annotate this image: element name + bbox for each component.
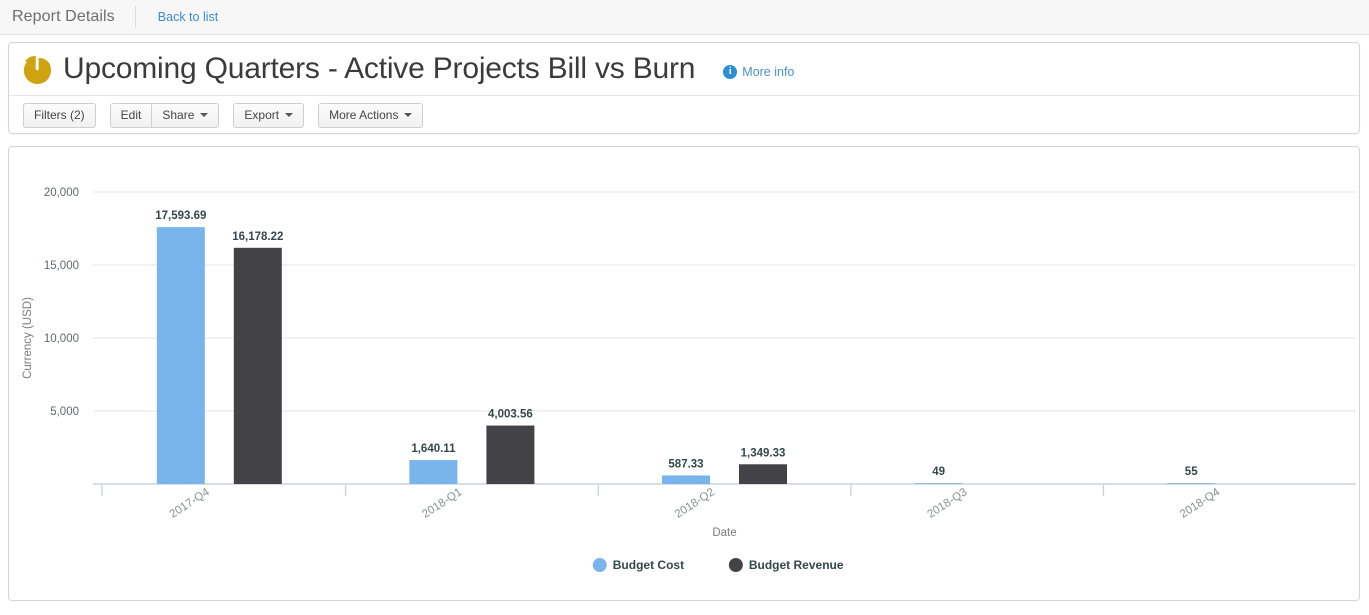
bar-value-label: 1,640.11 [411,443,456,455]
bar-value-label: 17,593.69 [155,210,206,222]
chevron-down-icon [285,113,294,117]
bar-budget-revenue[interactable] [486,425,535,484]
bar-budget-cost[interactable] [662,475,710,484]
bar-value-label: 4,003.56 [488,409,533,421]
filters-group: Filters (2) [23,102,96,128]
y-axis-title: Currency (USD) [22,297,34,379]
legend-swatch[interactable] [592,558,607,572]
chevron-down-icon [200,113,209,117]
more-info-label: More info [742,65,795,79]
x-axis-category-label: 2018-Q4 [1178,486,1223,521]
more-info-link[interactable]: i More info [723,65,794,79]
page-title: Report Details [12,8,115,25]
report-title-row: Upcoming Quarters - Active Projects Bill… [9,43,1359,96]
legend-label[interactable]: Budget Cost [613,558,684,572]
x-axis-category-label: 2018-Q3 [925,486,969,520]
bar-budget-cost[interactable] [1167,483,1216,484]
bar-budget-revenue[interactable] [233,247,282,484]
bar-value-label: 49 [932,466,945,478]
edit-share-group: Edit Share [109,102,220,128]
more-actions-button-label: More Actions [329,108,399,122]
report-toolbar: Filters (2) Edit Share Export More Actio… [9,96,1359,134]
share-button-label: Share [162,108,195,122]
pie-chart-icon [23,55,52,84]
bar-value-label: 1,349.33 [741,447,786,459]
y-axis-tick-label: 5,000 [50,406,79,418]
x-axis-category-label: 2018-Q2 [673,486,717,520]
x-axis-category-label: 2018-Q1 [420,486,464,520]
y-axis-tick-label: 20,000 [44,187,79,199]
y-axis-tick-label: 15,000 [44,260,79,272]
bar-budget-revenue[interactable] [739,464,787,484]
share-button[interactable]: Share [152,102,220,128]
bar-value-label: 16,178.22 [232,231,283,243]
x-axis-title: Date [712,527,736,539]
more-actions-group: More Actions [318,102,424,128]
edit-button[interactable]: Edit [109,102,153,128]
chevron-down-icon [404,113,413,117]
x-axis-category-label: 2017-Q4 [168,486,213,521]
export-button-label: Export [244,108,280,122]
bar-value-label: 55 [1185,466,1198,478]
bill-vs-burn-bar-chart[interactable]: 5,000 10,000 15,000 20,000 Currency (USD) 17,… [9,147,1359,600]
bar-value-label: 587.33 [668,458,703,470]
filters-button[interactable]: Filters (2) [23,102,96,128]
y-axis-tick-label: 10,000 [44,333,79,345]
chart-panel: 5,000 10,000 15,000 20,000 Currency (USD) 17,… [8,146,1360,601]
report-header-panel: Upcoming Quarters - Active Projects Bill… [8,42,1360,134]
legend-swatch[interactable] [728,558,743,572]
info-icon: i [723,65,738,79]
legend-label[interactable]: Budget Revenue [749,558,844,572]
chart-container: 5,000 10,000 15,000 20,000 Currency (USD) 17,… [9,147,1359,600]
bar-budget-cost[interactable] [156,227,205,484]
more-actions-button[interactable]: More Actions [318,102,424,128]
export-group: Export [233,102,305,128]
bar-budget-cost[interactable] [409,460,458,484]
export-button[interactable]: Export [233,102,305,128]
bar-budget-cost[interactable] [914,483,963,484]
breadcrumb-divider [134,6,136,28]
report-title: Upcoming Quarters - Active Projects Bill… [63,52,696,85]
back-to-list-link[interactable]: Back to list [158,10,218,24]
breadcrumb-bar: Report Details Back to list [0,0,1369,35]
